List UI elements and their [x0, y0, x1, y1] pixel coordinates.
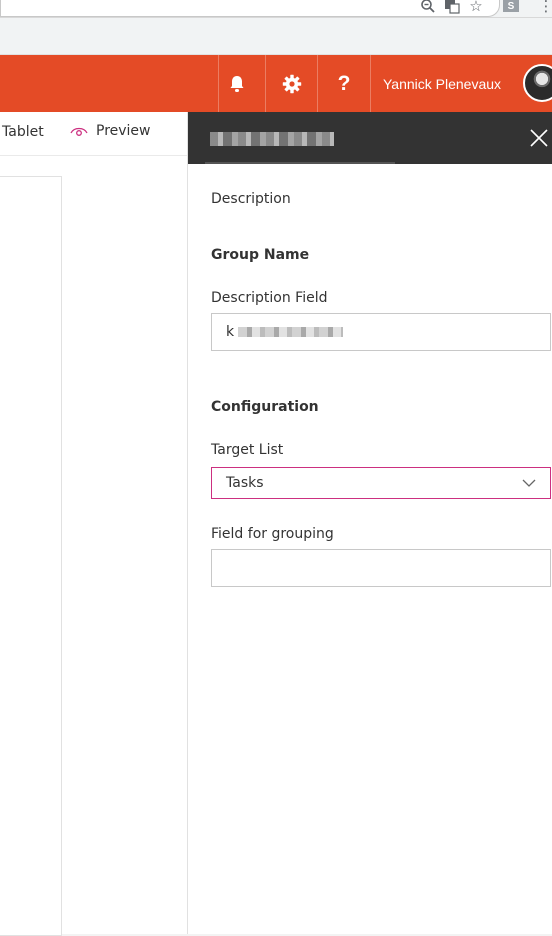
page-canvas: [0, 156, 187, 936]
bell-icon: [230, 75, 244, 92]
description-field-value: k: [226, 324, 235, 340]
description-field-input[interactable]: k: [211, 313, 551, 351]
configuration-heading: Configuration: [211, 399, 319, 415]
property-pane-header: [188, 112, 552, 164]
group-name-heading: Group Name: [211, 247, 310, 263]
suite-bar: ? Yannick Plenevaux: [0, 55, 552, 112]
property-pane-title-underline: [205, 162, 395, 164]
user-name: Yannick Plenevaux: [383, 75, 502, 92]
property-pane-title: [210, 132, 334, 146]
target-list-dropdown[interactable]: Tasks: [211, 467, 551, 499]
target-list-value: Tasks: [226, 475, 264, 491]
settings-button[interactable]: [265, 55, 317, 112]
field-for-grouping-input[interactable]: [211, 549, 551, 587]
translate-icon[interactable]: [442, 0, 462, 15]
tablet-view-button[interactable]: Tablet: [2, 124, 44, 140]
notifications-button[interactable]: [218, 55, 255, 112]
close-icon[interactable]: [527, 126, 551, 150]
help-icon: ?: [337, 71, 351, 95]
zoom-icon[interactable]: [418, 0, 438, 15]
property-pane: Description Group Name Description Field…: [187, 112, 552, 934]
help-button[interactable]: ?: [317, 55, 370, 112]
eye-icon: [70, 127, 88, 136]
browser-toolbar: ☆ S ⋮: [0, 0, 552, 18]
extension-icon[interactable]: S: [503, 0, 519, 12]
webpart-zone[interactable]: [0, 176, 62, 936]
field-for-grouping-label: Field for grouping: [211, 526, 334, 542]
page-command-bar: Tablet Preview: [0, 112, 187, 156]
gear-icon: [282, 74, 301, 93]
target-list-label: Target List: [211, 442, 284, 458]
bookmark-star-icon[interactable]: ☆: [466, 0, 486, 15]
menu-icon[interactable]: ⋮: [536, 0, 552, 15]
description-field-blurred-value: [238, 327, 344, 337]
preview-button[interactable]: Preview: [70, 122, 151, 140]
description-field-label: Description Field: [211, 290, 328, 306]
browser-bookmarks-strip: [0, 18, 552, 55]
preview-label: Preview: [96, 123, 151, 139]
pane-description: Description: [211, 191, 291, 207]
chevron-down-icon: [522, 479, 536, 487]
